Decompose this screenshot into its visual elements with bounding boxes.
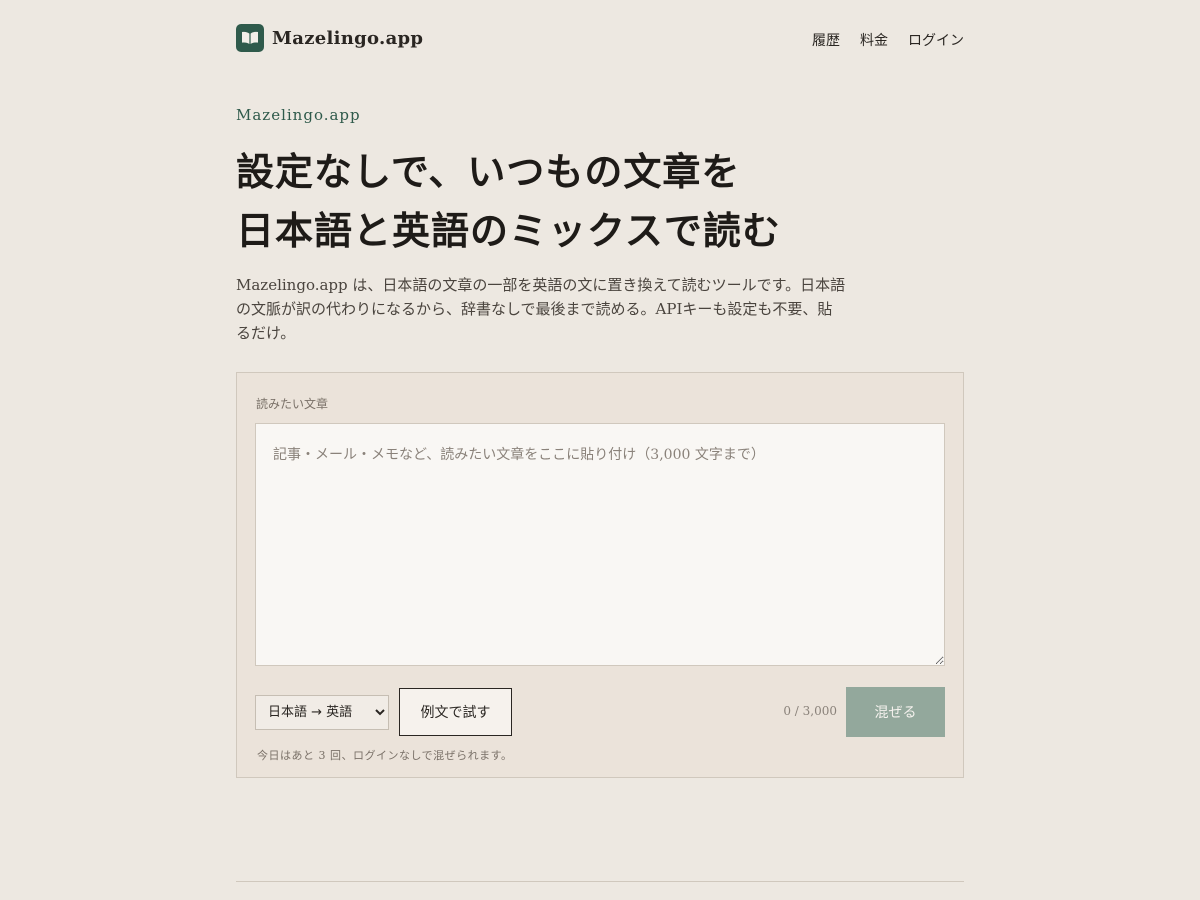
mix-form-panel: 読みたい文章 日本語 → 英語 例文で試す 0 / 3,000 混ぜる 今日はあ…	[236, 372, 964, 778]
hero-headline: 設定なしで、いつもの文章を 日本語と英語のミックスで読む	[236, 142, 964, 260]
footer-divider	[236, 881, 964, 882]
headline-line-2: 日本語と英語のミックスで読む	[236, 208, 781, 253]
remaining-uses-note: 今日はあと 3 回、ログインなしで混ぜられます。	[257, 749, 513, 762]
nav-login[interactable]: ログイン	[908, 30, 964, 50]
top-nav: 履歴 料金 ログイン	[792, 30, 964, 50]
hero-lead: Mazelingo.app は、日本語の文章の一部を英語の文に置き換えて読むツー…	[236, 276, 846, 342]
open-book-icon	[236, 24, 264, 52]
hero-eyebrow: Mazelingo.app	[236, 106, 361, 124]
brand-name: Mazelingo.app	[272, 27, 424, 49]
nav-history[interactable]: 履歴	[812, 30, 840, 50]
brand-link[interactable]: Mazelingo.app	[236, 24, 423, 52]
character-count: 0 / 3,000	[783, 704, 837, 718]
site-header: Mazelingo.app 履歴 料金 ログイン	[236, 22, 964, 54]
form-controls: 日本語 → 英語 例文で試す 0 / 3,000 混ぜる	[255, 687, 945, 737]
nav-pricing[interactable]: 料金	[860, 30, 888, 50]
text-input-label: 読みたい文章	[256, 397, 329, 411]
mix-button[interactable]: 混ぜる	[846, 687, 945, 737]
language-direction-select[interactable]: 日本語 → 英語	[255, 695, 389, 730]
page: Mazelingo.app 履歴 料金 ログイン Mazelingo.app 設…	[0, 0, 1200, 900]
source-text-input[interactable]	[255, 423, 945, 666]
try-example-button[interactable]: 例文で試す	[399, 688, 512, 736]
headline-line-1: 設定なしで、いつもの文章を	[236, 149, 741, 194]
